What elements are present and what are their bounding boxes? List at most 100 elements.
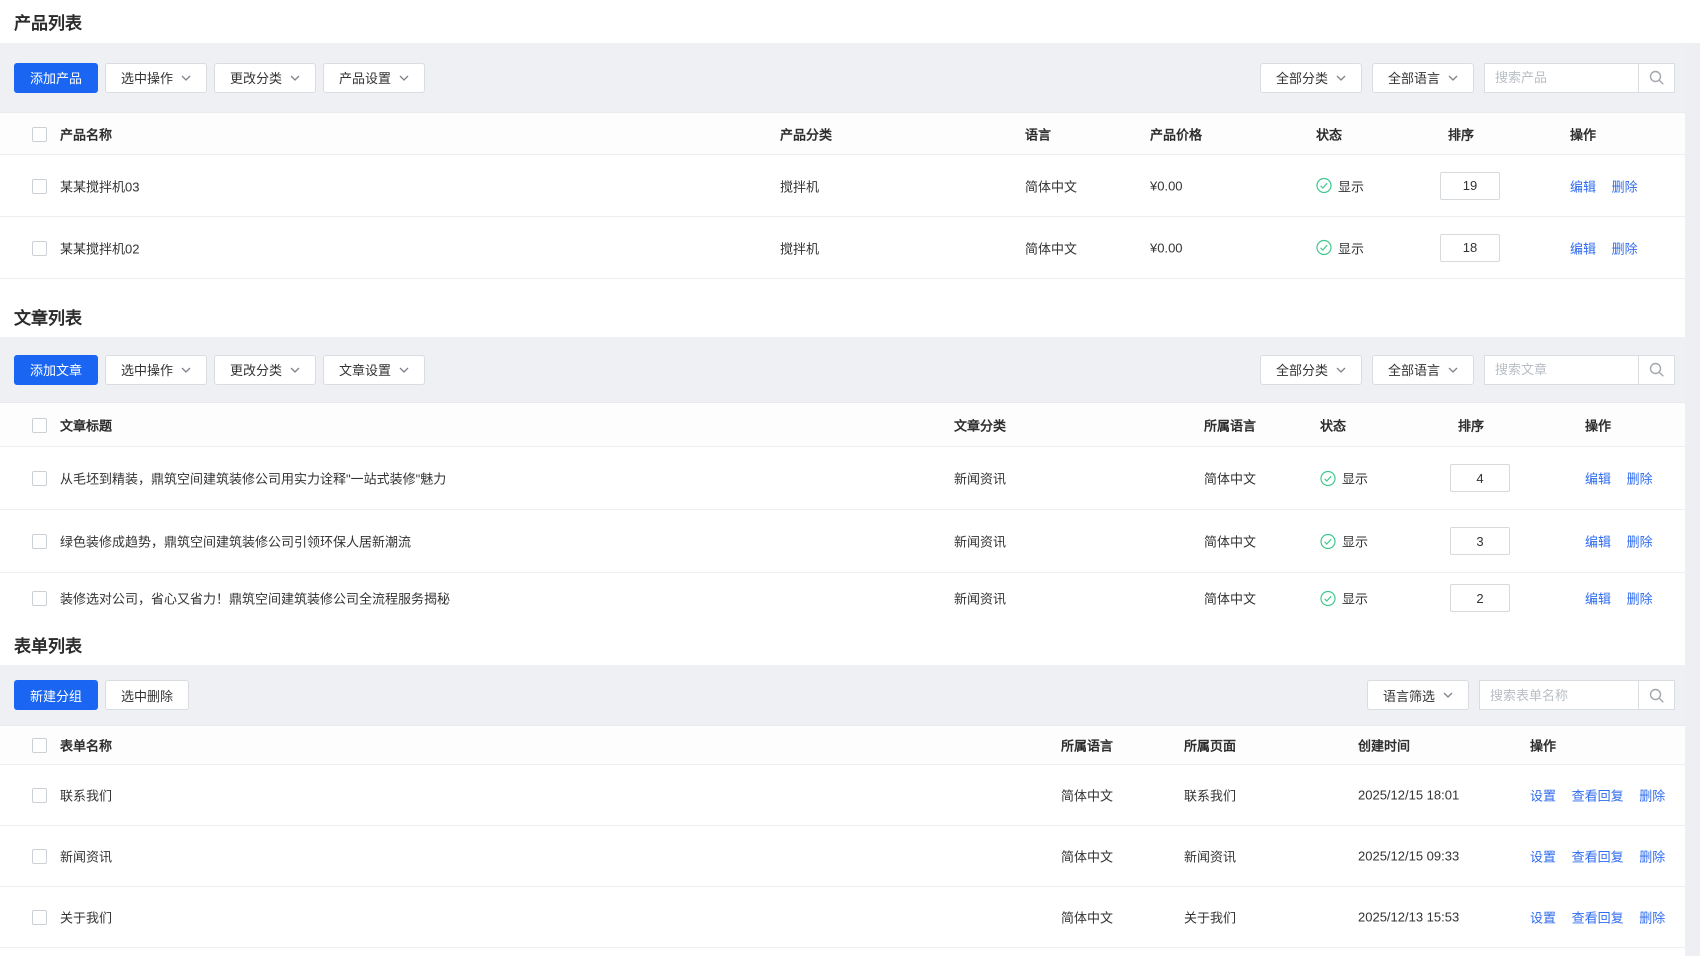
dropdown-label: 文章设置 [339,360,391,379]
view-replies-link[interactable]: 查看回复 [1572,789,1624,804]
checkbox-cell [32,909,47,925]
delete-selected-button[interactable]: 选中删除 [105,680,189,710]
delete-link[interactable]: 删除 [1639,850,1665,865]
language-filter-dropdown[interactable]: 全部语言 [1372,63,1474,93]
checkbox-cell [32,590,47,606]
status-badge: 显示 [1320,469,1368,488]
change-category-dropdown[interactable]: 更改分类 [214,63,316,93]
article-settings-dropdown[interactable]: 文章设置 [323,355,425,385]
chevron-down-icon [1336,75,1346,81]
sort-cell [1450,584,1510,612]
selected-actions-dropdown[interactable]: 选中操作 [105,355,207,385]
dropdown-label: 选中操作 [121,68,173,87]
delete-link[interactable]: 删除 [1612,241,1638,256]
article-search [1484,355,1675,385]
delete-link[interactable]: 删除 [1612,179,1638,194]
select-all-checkbox[interactable] [32,738,47,753]
article-title: 绿色装修成趋势，鼎筑空间建筑装修公司引领环保人居新潮流 [60,532,411,551]
delete-link[interactable]: 删除 [1639,789,1665,804]
row-checkbox[interactable] [32,471,47,486]
select-all-checkbox[interactable] [32,418,47,433]
selected-actions-dropdown[interactable]: 选中操作 [105,63,207,93]
product-name: 某某搅拌机03 [60,176,139,195]
row-checkbox[interactable] [32,910,47,925]
search-button[interactable] [1639,355,1675,385]
sort-input[interactable] [1450,464,1510,492]
checkbox-cell [32,470,47,486]
column-header: 产品名称 [60,124,112,143]
checkbox-cell [32,737,47,753]
chevron-down-icon [290,367,300,373]
delete-link[interactable]: 删除 [1627,592,1653,607]
form-page: 关于我们 [1184,908,1236,927]
sort-input[interactable] [1440,234,1500,262]
dropdown-label: 选中操作 [121,360,173,379]
search-button[interactable] [1639,680,1675,710]
checkbox-cell [32,125,47,141]
form-page: 联系我们 [1184,786,1236,805]
section-gap [0,279,1685,295]
category-filter-dropdown[interactable]: 全部分类 [1260,355,1362,385]
view-replies-link[interactable]: 查看回复 [1572,850,1624,865]
settings-link[interactable]: 设置 [1530,911,1556,926]
dropdown-label: 更改分类 [230,68,282,87]
table-row: 某某搅拌机03 搅拌机 简体中文 ¥0.00 显示 编辑 删除 [0,155,1685,217]
sort-input[interactable] [1450,527,1510,555]
edit-link[interactable]: 编辑 [1585,472,1611,487]
row-checkbox[interactable] [32,849,47,864]
select-all-checkbox[interactable] [32,127,47,142]
row-checkbox[interactable] [32,788,47,803]
form-created-time: 2025/12/15 09:33 [1358,849,1459,864]
settings-link[interactable]: 设置 [1530,789,1556,804]
add-product-button[interactable]: 添加产品 [14,63,98,93]
view-replies-link[interactable]: 查看回复 [1572,911,1624,926]
search-button[interactable] [1639,63,1675,93]
delete-link[interactable]: 删除 [1627,535,1653,550]
products-filter-group: 全部分类 全部语言 [1260,63,1675,93]
edit-link[interactable]: 编辑 [1570,241,1596,256]
checkbox-cell [32,177,47,193]
edit-link[interactable]: 编辑 [1585,535,1611,550]
checkbox-cell [32,533,47,549]
search-input[interactable] [1479,680,1639,710]
search-input[interactable] [1484,63,1639,93]
edit-link[interactable]: 编辑 [1585,592,1611,607]
add-article-button[interactable]: 添加文章 [14,355,98,385]
table-row: 从毛坯到精装，鼎筑空间建筑装修公司用实力诠释"一站式装修"魅力 新闻资讯 简体中… [0,447,1685,510]
product-settings-dropdown[interactable]: 产品设置 [323,63,425,93]
forms-table-header: 表单名称 所属语言 所属页面 创建时间 操作 [0,725,1685,765]
delete-link[interactable]: 删除 [1639,911,1665,926]
form-name: 联系我们 [60,786,112,805]
delete-link[interactable]: 删除 [1627,472,1653,487]
row-checkbox[interactable] [32,534,47,549]
search-input[interactable] [1484,355,1639,385]
sort-input[interactable] [1450,584,1510,612]
form-name: 新闻资讯 [60,847,112,866]
search-icon [1648,69,1665,86]
status-badge: 显示 [1316,238,1364,257]
new-group-button[interactable]: 新建分组 [14,680,98,710]
dropdown-label: 全部语言 [1388,360,1440,379]
sort-cell [1440,234,1500,262]
language-filter-dropdown[interactable]: 语言筛选 [1367,680,1469,710]
sort-cell [1450,464,1510,492]
products-table-header: 产品名称 产品分类 语言 产品价格 状态 排序 操作 [0,112,1685,155]
chevron-down-icon [290,75,300,81]
products-table: 产品名称 产品分类 语言 产品价格 状态 排序 操作 某某搅拌机03 搅拌机 简… [0,112,1685,279]
edit-link[interactable]: 编辑 [1570,179,1596,194]
product-category: 搅拌机 [780,238,819,257]
check-circle-icon [1320,590,1336,606]
row-actions: 编辑 删除 [1570,238,1638,257]
category-filter-dropdown[interactable]: 全部分类 [1260,63,1362,93]
article-language: 简体中文 [1204,532,1256,551]
sort-input[interactable] [1440,172,1500,200]
chevron-down-icon [1336,367,1346,373]
row-checkbox[interactable] [32,241,47,256]
row-checkbox[interactable] [32,179,47,194]
row-checkbox[interactable] [32,591,47,606]
settings-link[interactable]: 设置 [1530,850,1556,865]
language-filter-dropdown[interactable]: 全部语言 [1372,355,1474,385]
change-category-dropdown[interactable]: 更改分类 [214,355,316,385]
product-price: ¥0.00 [1150,178,1183,193]
article-category: 新闻资讯 [954,532,1006,551]
